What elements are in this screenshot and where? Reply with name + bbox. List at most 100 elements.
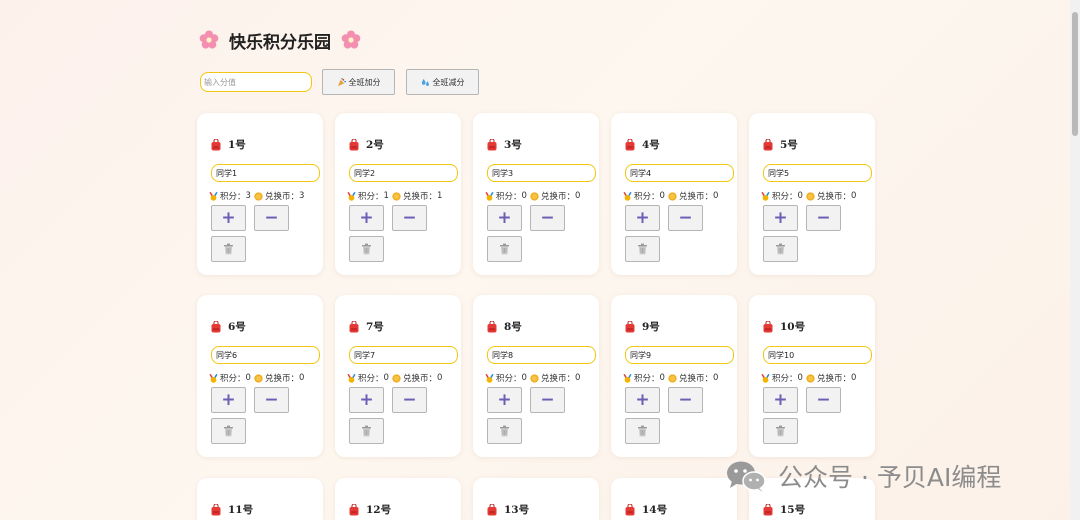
delete-button[interactable] [487, 418, 522, 444]
cherry-blossom-icon [341, 30, 361, 49]
add-point-button[interactable]: + [211, 387, 246, 413]
medal-icon [485, 373, 494, 383]
cherry-blossom-icon [199, 30, 219, 49]
coins-label: 兑换币： [264, 374, 299, 384]
coin-icon [254, 191, 263, 201]
student-card: 1号 积分： 3 兑换币： 3 + − [197, 113, 323, 275]
vertical-scrollbar[interactable] [1070, 0, 1080, 520]
points-label: 积分： [772, 192, 798, 202]
delete-button[interactable] [625, 418, 660, 444]
coins-label: 兑换币： [402, 374, 437, 384]
student-name-input[interactable] [211, 164, 320, 182]
subtract-point-button[interactable]: − [530, 387, 565, 413]
school-bag-icon [625, 138, 635, 150]
subtract-point-button[interactable]: − [806, 205, 841, 231]
coins-label: 兑换币： [540, 374, 575, 384]
medal-icon [485, 191, 494, 201]
coins-label: 兑换币： [816, 374, 851, 384]
subtract-point-button[interactable]: − [392, 387, 427, 413]
add-all-button[interactable]: 全班加分 [322, 69, 395, 95]
delete-button[interactable] [349, 418, 384, 444]
trash-icon [224, 425, 233, 437]
student-name-input[interactable] [763, 346, 872, 364]
subtract-all-label: 全班减分 [432, 77, 465, 87]
delete-button[interactable] [487, 236, 522, 262]
party-popper-icon [337, 77, 346, 86]
scrollbar-thumb[interactable] [1072, 12, 1078, 136]
points-label: 积分： [496, 374, 522, 384]
add-point-button[interactable]: + [763, 205, 798, 231]
points-label: 积分： [220, 192, 246, 202]
points-value: 1 [383, 191, 389, 201]
student-card: 4号 积分： 0 兑换币： 0 + − [611, 113, 737, 275]
medal-icon [209, 191, 218, 201]
subtract-point-button[interactable]: − [668, 205, 703, 231]
student-name-input[interactable] [349, 164, 458, 182]
add-point-button[interactable]: + [625, 387, 660, 413]
subtract-point-button[interactable]: − [254, 205, 289, 231]
points-label: 积分： [634, 192, 660, 202]
student-card: 7号 积分： 0 兑换币： 0 + − [335, 295, 461, 457]
points-value: 0 [245, 373, 251, 383]
coin-icon [530, 191, 539, 201]
add-point-button[interactable]: + [763, 387, 798, 413]
coin-icon [668, 191, 677, 201]
coin-icon [806, 191, 815, 201]
trash-icon [500, 243, 509, 255]
school-bag-icon [625, 320, 635, 332]
delete-button[interactable] [349, 236, 384, 262]
add-point-button[interactable]: + [487, 205, 522, 231]
delete-button[interactable] [763, 236, 798, 262]
student-stats: 积分： 0 兑换币： 0 [623, 372, 718, 384]
subtract-point-button[interactable]: − [530, 205, 565, 231]
coins-label: 兑换币： [678, 192, 713, 202]
trash-icon [224, 243, 233, 255]
coins-value: 1 [436, 191, 443, 201]
student-name-input[interactable] [625, 164, 734, 182]
school-bag-icon [211, 503, 221, 515]
delete-button[interactable] [763, 418, 798, 444]
student-name-input[interactable] [211, 346, 320, 364]
subtract-point-button[interactable]: − [668, 387, 703, 413]
student-name-input[interactable] [763, 164, 872, 182]
student-stats: 积分： 0 兑换币： 0 [761, 190, 856, 202]
delete-button[interactable] [211, 236, 246, 262]
add-point-button[interactable]: + [349, 205, 384, 231]
delete-button[interactable] [211, 418, 246, 444]
school-bag-icon [349, 503, 359, 515]
student-name-input[interactable] [349, 346, 458, 364]
student-name-input[interactable] [625, 346, 734, 364]
student-name-input[interactable] [487, 164, 596, 182]
add-point-button[interactable]: + [211, 205, 246, 231]
student-number: 7号 [366, 321, 384, 333]
add-point-button[interactable]: + [487, 387, 522, 413]
student-stats: 积分： 0 兑换币： 0 [347, 372, 442, 384]
subtract-point-button[interactable]: − [806, 387, 841, 413]
student-card: 8号 积分： 0 兑换币： 0 + − [473, 295, 599, 457]
subtract-point-button[interactable]: − [392, 205, 427, 231]
student-number: 12号 [366, 504, 392, 516]
wechat-icon [727, 461, 766, 492]
student-number: 8号 [504, 321, 522, 333]
coin-icon [392, 191, 401, 201]
add-point-button[interactable]: + [625, 205, 660, 231]
student-number: 13号 [504, 504, 530, 516]
points-label: 积分： [496, 192, 522, 202]
student-number: 11号 [228, 504, 254, 516]
student-name-input[interactable] [487, 346, 596, 364]
subtract-all-button[interactable]: 全班减分 [406, 69, 479, 95]
coin-icon [530, 373, 539, 383]
points-label: 积分： [634, 374, 660, 384]
student-stats: 积分： 0 兑换币： 0 [485, 372, 580, 384]
coins-label: 兑换币： [402, 192, 437, 202]
school-bag-icon [763, 138, 773, 150]
page-title-row: 快乐积分乐园 [199, 26, 361, 54]
subtract-point-button[interactable]: − [254, 387, 289, 413]
coins-label: 兑换币： [264, 192, 299, 202]
coins-value: 0 [298, 373, 305, 383]
medal-icon [623, 373, 632, 383]
score-input[interactable] [200, 72, 312, 92]
delete-button[interactable] [625, 236, 660, 262]
add-point-button[interactable]: + [349, 387, 384, 413]
medal-icon [347, 191, 356, 201]
